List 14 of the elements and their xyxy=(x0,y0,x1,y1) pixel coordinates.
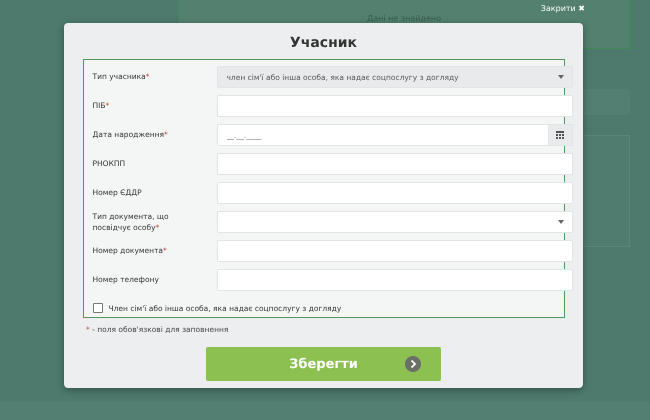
input-field[interactable] xyxy=(216,182,572,204)
close-link[interactable]: Закрити ✖ xyxy=(540,4,585,13)
checkbox[interactable] xyxy=(92,303,102,313)
input-field[interactable] xyxy=(216,153,572,175)
input-field[interactable] xyxy=(216,95,572,117)
calendar-icon xyxy=(556,131,564,139)
input-field[interactable] xyxy=(216,240,572,262)
input-field[interactable] xyxy=(216,269,572,291)
caret-icon xyxy=(558,220,564,224)
caret-icon xyxy=(558,75,564,79)
arrow-right-icon xyxy=(405,356,421,372)
select-field[interactable] xyxy=(216,211,572,233)
modal-title: Учасник xyxy=(290,35,358,51)
calendar-button[interactable] xyxy=(548,124,572,146)
